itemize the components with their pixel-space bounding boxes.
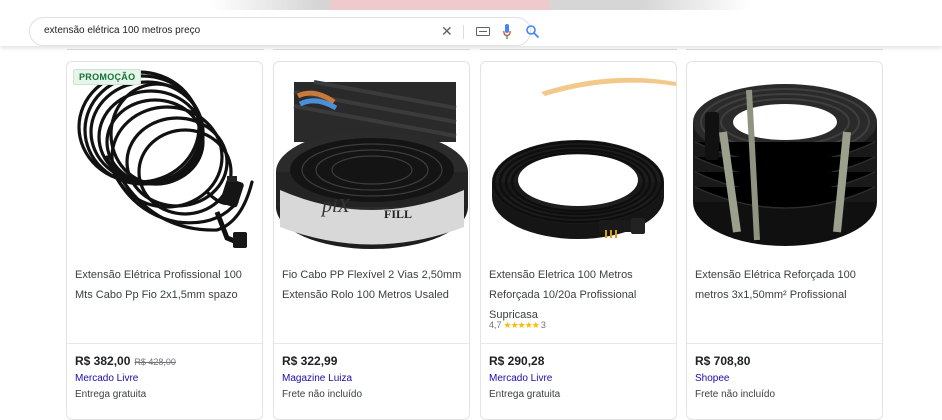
search-box[interactable]: extensão elétrica 100 metros preço ✕	[29, 17, 539, 46]
current-price: R$ 290,28	[489, 354, 545, 368]
product-title[interactable]: Fio Cabo PP Flexível 2 Vias 2,50mm Exten…	[282, 265, 466, 305]
star-icon: ★★★★★	[503, 320, 540, 330]
old-price: R$ 428,00	[134, 357, 176, 367]
product-image[interactable]	[687, 62, 882, 256]
product-price: R$ 322,99	[282, 354, 337, 368]
header-decoration	[210, 0, 750, 10]
store-link[interactable]: Magazine Luiza	[282, 373, 352, 384]
product-card[interactable]: PROMOÇÃO Extensão Elétrica Profissional …	[66, 61, 263, 420]
store-link[interactable]: Mercado Livre	[75, 373, 138, 384]
package-label-text: FILL	[384, 207, 412, 221]
shipping-info: Entrega gratuita	[75, 389, 147, 400]
product-rating: 4,7 ★★★★★ 3	[489, 320, 546, 331]
close-icon[interactable]: ✕	[441, 23, 453, 39]
product-image[interactable]	[481, 62, 676, 256]
previous-card-edge	[273, 46, 470, 50]
store-link[interactable]: Shopee	[695, 373, 729, 384]
previous-card-edge	[67, 46, 264, 50]
product-image[interactable]: piX FILL	[274, 62, 469, 256]
card-divider	[274, 343, 469, 344]
shipping-info: Frete não incluído	[282, 389, 363, 400]
search-input[interactable]: extensão elétrica 100 metros preço	[44, 25, 200, 36]
rating-value: 4,7	[489, 320, 502, 330]
card-divider	[67, 343, 262, 344]
product-title[interactable]: Extensão Elétrica Reforçada 100 metros 3…	[695, 265, 879, 305]
product-price: R$ 708,80	[695, 354, 750, 368]
shipping-info: Entrega gratuita	[489, 389, 561, 400]
current-price: R$ 382,00	[75, 354, 131, 368]
product-image[interactable]	[67, 62, 262, 256]
product-card[interactable]: Extensão Elétrica Reforçada 100 metros 3…	[686, 61, 883, 420]
card-divider	[687, 343, 882, 344]
search-icon[interactable]	[525, 24, 540, 39]
previous-card-edge	[686, 46, 883, 50]
card-divider	[481, 343, 676, 344]
review-count: 3	[540, 320, 546, 330]
product-card[interactable]: Extensão Eletrica 100 Metros Reforçada 1…	[480, 61, 677, 420]
product-price: R$ 290,28	[489, 354, 544, 368]
product-title[interactable]: Extensão Eletrica 100 Metros Reforçada 1…	[489, 265, 673, 325]
product-title[interactable]: Extensão Elétrica Profissional 100 Mts C…	[75, 265, 259, 305]
current-price: R$ 708,80	[695, 354, 751, 368]
keyboard-icon[interactable]	[476, 27, 490, 36]
search-header: extensão elétrica 100 metros preço ✕	[0, 0, 942, 46]
promo-badge: PROMOÇÃO	[73, 69, 142, 85]
microphone-icon[interactable]	[503, 24, 511, 40]
previous-card-edge	[480, 46, 677, 50]
package-logo-text: piX	[320, 195, 351, 217]
store-link[interactable]: Mercado Livre	[489, 373, 552, 384]
product-price: R$ 382,00 R$ 428,00	[75, 354, 176, 368]
shipping-info: Frete não incluído	[695, 389, 776, 400]
product-card[interactable]: piX FILL Fio Cabo PP Flexível 2 Vias 2,5…	[273, 61, 470, 420]
current-price: R$ 322,99	[282, 354, 338, 368]
search-divider	[463, 25, 464, 39]
